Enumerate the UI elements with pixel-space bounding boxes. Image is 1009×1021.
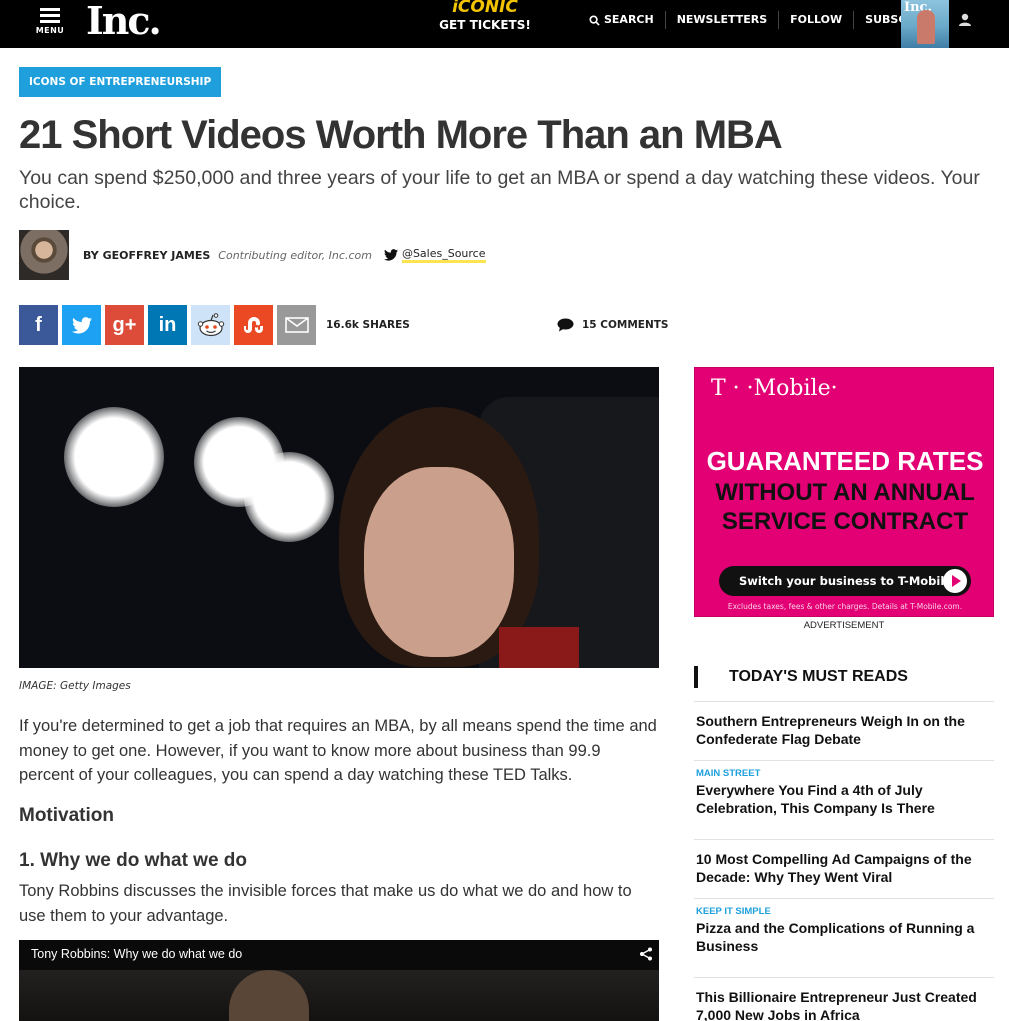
list-item[interactable]: MAIN STREET Everywhere You Find a 4th of… bbox=[694, 760, 994, 839]
comments-count: 15 COMMENTS bbox=[582, 319, 669, 331]
magazine-cover[interactable]: Inc. bbox=[901, 0, 949, 48]
stumbleupon-share-button[interactable] bbox=[234, 305, 273, 345]
email-share-button[interactable] bbox=[277, 305, 316, 345]
iconic-promo[interactable]: iCONIC GET TICKETS! bbox=[430, 0, 540, 48]
list-item[interactable]: 10 Most Compelling Ad Campaigns of the D… bbox=[694, 839, 994, 898]
comments-link[interactable]: 15 COMMENTS bbox=[557, 318, 668, 332]
email-icon bbox=[284, 317, 309, 333]
tmobile-advertisement[interactable]: T · ·Mobile· GUARANTEED RATES WITHOUT AN… bbox=[694, 367, 994, 617]
ad-cta-button[interactable]: Switch your business to T-Mobile bbox=[719, 566, 971, 596]
reddit-icon bbox=[197, 313, 224, 337]
menu-label: MENU bbox=[35, 26, 65, 35]
list-item[interactable]: KEEP IT SIMPLE Pizza and the Complicatio… bbox=[694, 898, 994, 977]
linkedin-icon: in bbox=[158, 313, 177, 336]
search-icon bbox=[589, 14, 600, 26]
ad-subhead-line-2: SERVICE CONTRACT bbox=[721, 508, 969, 535]
get-tickets-link: GET TICKETS! bbox=[439, 18, 531, 32]
must-reads-list: Southern Entrepreneurs Weigh In on the C… bbox=[694, 701, 994, 1021]
magazine-cover-figure bbox=[917, 10, 935, 44]
comment-bubble-icon bbox=[557, 318, 574, 332]
facebook-icon: f bbox=[35, 313, 42, 336]
article-headline: 21 Short Videos Worth More Than an MBA bbox=[19, 113, 783, 157]
ad-brand-logo: T · ·Mobile· bbox=[711, 376, 838, 401]
ad-fine-print: Excludes taxes, fees & other charges. De… bbox=[727, 602, 963, 611]
ad-subhead-line-1: WITHOUT AN ANNUAL bbox=[715, 479, 975, 506]
must-read-title[interactable]: Southern Entrepreneurs Weigh In on the C… bbox=[696, 712, 994, 748]
twitter-bird-icon bbox=[383, 249, 398, 261]
section-heading: Motivation bbox=[19, 805, 114, 826]
article-dek: You can spend $250,000 and three years o… bbox=[19, 167, 980, 213]
ad-cta-label: Switch your business to T-Mobile bbox=[739, 574, 953, 588]
hero-image bbox=[19, 367, 659, 668]
category-tag[interactable]: ICONS OF ENTREPRENEURSHIP bbox=[19, 67, 222, 97]
google-plus-icon: g+ bbox=[112, 313, 137, 336]
must-read-kicker[interactable]: KEEP IT SIMPLE bbox=[696, 906, 994, 917]
list-item[interactable]: Southern Entrepreneurs Weigh In on the C… bbox=[694, 701, 994, 760]
menu-button[interactable]: MENU bbox=[30, 6, 70, 42]
video-title[interactable]: Tony Robbins: Why we do what we do bbox=[31, 947, 242, 961]
must-read-kicker[interactable]: MAIN STREET bbox=[696, 768, 994, 779]
google-plus-share-button[interactable]: g+ bbox=[105, 305, 144, 345]
inc-logo[interactable]: Inc. bbox=[86, 0, 162, 48]
play-arrow-icon bbox=[943, 569, 967, 593]
intro-paragraph: If you're determined to get a job that r… bbox=[19, 717, 657, 784]
author-name[interactable]: BY GEOFFREY JAMES bbox=[83, 249, 210, 262]
reddit-share-button[interactable] bbox=[191, 305, 230, 345]
list-item[interactable]: This Billionaire Entrepreneur Just Creat… bbox=[694, 977, 994, 1021]
must-read-title[interactable]: This Billionaire Entrepreneur Just Creat… bbox=[696, 988, 994, 1021]
newsletters-link[interactable]: NEWSLETTERS bbox=[664, 11, 778, 29]
image-caption: IMAGE: Getty Images bbox=[19, 680, 131, 692]
advertisement-label: ADVERTISEMENT bbox=[803, 620, 885, 631]
ad-subhead: WITHOUT AN ANNUAL SERVICE CONTRACT bbox=[695, 478, 993, 536]
header-nav: SEARCH NEWSLETTERS FOLLOW SUBSCRIBE bbox=[585, 0, 939, 40]
twitter-share-button[interactable] bbox=[62, 305, 101, 345]
must-read-title[interactable]: Pizza and the Complications of Running a… bbox=[696, 919, 994, 955]
promo-brand: iCONIC bbox=[452, 0, 518, 14]
byline: BY GEOFFREY JAMES Contributing editor, I… bbox=[19, 230, 486, 280]
linkedin-share-button[interactable]: in bbox=[148, 305, 187, 345]
author-title: Contributing editor, Inc.com bbox=[218, 248, 372, 262]
search-label: SEARCH bbox=[604, 13, 654, 26]
must-reads-heading: TODAY'S MUST READS bbox=[694, 666, 908, 688]
share-count: 16.6k SHARES bbox=[326, 319, 410, 331]
stumbleupon-icon bbox=[243, 317, 263, 333]
share-icon[interactable] bbox=[639, 947, 653, 961]
search-button[interactable]: SEARCH bbox=[585, 11, 665, 29]
share-bar: f g+ in 16.6k SHARES bbox=[19, 305, 410, 345]
video-player[interactable]: Tony Robbins: Why we do what we do bbox=[19, 940, 659, 1021]
video-frame bbox=[19, 970, 659, 1021]
twitter-handle-link[interactable]: @Sales_Source bbox=[401, 247, 486, 263]
author-avatar[interactable] bbox=[19, 230, 69, 280]
must-read-title[interactable]: Everywhere You Find a 4th of July Celebr… bbox=[696, 781, 994, 817]
twitter-icon bbox=[71, 316, 92, 333]
user-icon[interactable] bbox=[955, 10, 975, 30]
top-nav-bar: MENU Inc. iCONIC GET TICKETS! SEARCH NEW… bbox=[0, 0, 1009, 48]
ad-headline: GUARANTEED RATES bbox=[706, 446, 984, 476]
follow-link[interactable]: FOLLOW bbox=[778, 11, 853, 29]
hamburger-icon bbox=[40, 8, 60, 23]
facebook-share-button[interactable]: f bbox=[19, 305, 58, 345]
item-description: Tony Robbins discusses the invisible for… bbox=[19, 882, 632, 925]
item-heading: 1. Why we do what we do bbox=[19, 850, 248, 871]
must-read-title[interactable]: 10 Most Compelling Ad Campaigns of the D… bbox=[696, 850, 994, 886]
